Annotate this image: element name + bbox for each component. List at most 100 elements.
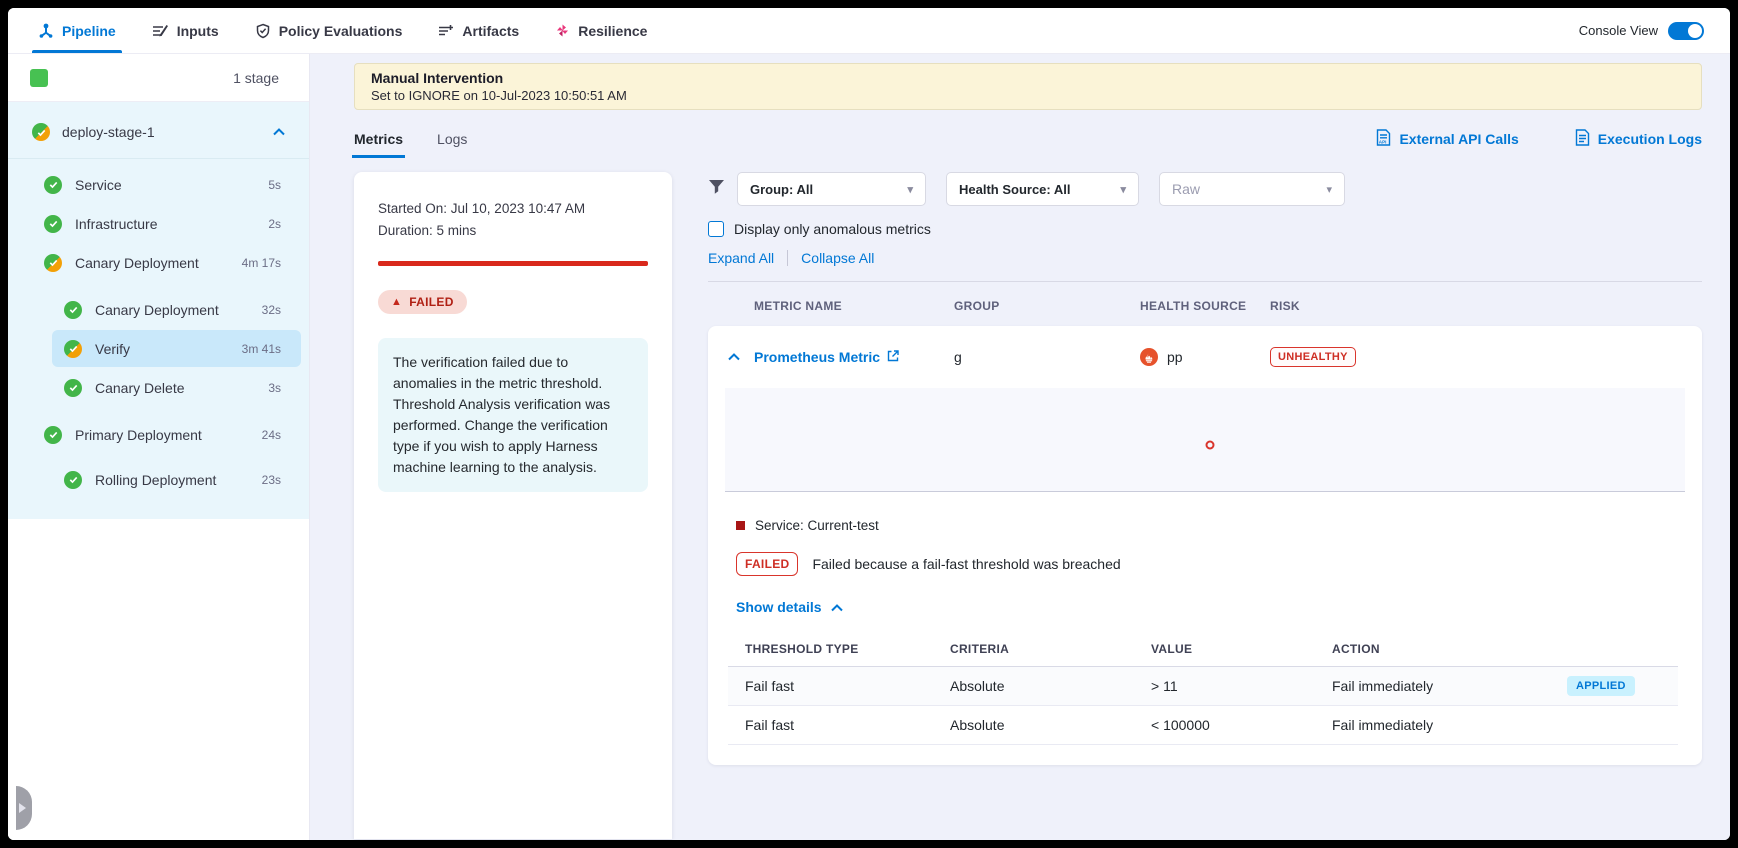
view-tabs: Metrics Logs API External API Calls Exec… bbox=[354, 120, 1702, 158]
metric-row: Prometheus Metric g pp bbox=[708, 326, 1702, 388]
nav-tab-artifacts[interactable]: Artifacts bbox=[438, 8, 519, 53]
threshold-row: Fail fast Absolute > 11 Fail immediately… bbox=[728, 667, 1678, 706]
started-on-text: Started On: Jul 10, 2023 10:47 AM bbox=[378, 198, 648, 220]
resilience-icon bbox=[555, 23, 570, 38]
collapse-all-link[interactable]: Collapse All bbox=[801, 250, 874, 266]
status-success-warning-icon bbox=[64, 340, 82, 358]
pipeline-icon bbox=[38, 23, 54, 39]
divider bbox=[708, 281, 1702, 282]
step-label: Verify bbox=[95, 341, 229, 357]
console-view-label: Console View bbox=[1579, 23, 1658, 38]
nav-tab-resilience[interactable]: Resilience bbox=[555, 8, 647, 53]
group-filter-dropdown[interactable]: Group: All▾ bbox=[737, 172, 926, 206]
col-health-source: HEALTH SOURCE bbox=[1140, 299, 1270, 313]
console-view-toggle[interactable] bbox=[1668, 22, 1704, 40]
nav-tab-pipeline[interactable]: Pipeline bbox=[38, 8, 116, 53]
chevron-up-icon bbox=[831, 599, 843, 615]
tab-metrics[interactable]: Metrics bbox=[354, 120, 403, 158]
main-content: Manual Intervention Set to IGNORE on 10-… bbox=[310, 54, 1730, 840]
filter-bar: Group: All▾ Health Source: All▾ Raw▾ bbox=[708, 172, 1702, 206]
col-value: VALUE bbox=[1151, 642, 1332, 656]
expand-collapse-links: Expand All Collapse All bbox=[708, 250, 1702, 266]
step-label: Primary Deployment bbox=[75, 427, 249, 443]
status-success-warning-icon bbox=[44, 254, 62, 272]
step-verify-selected[interactable]: Verify 3m 41s bbox=[8, 329, 309, 368]
nav-tab-label: Inputs bbox=[177, 23, 219, 39]
api-document-icon: API bbox=[1376, 129, 1391, 149]
col-group: GROUP bbox=[954, 299, 1140, 313]
failure-reason-row: FAILED Failed because a fail-fast thresh… bbox=[736, 552, 1702, 576]
chevron-down-icon: ▾ bbox=[907, 183, 913, 196]
step-rolling-deployment[interactable]: Rolling Deployment 23s bbox=[8, 460, 309, 499]
health-source-filter-dropdown[interactable]: Health Source: All▾ bbox=[946, 172, 1139, 206]
sidebar-empty-area bbox=[8, 519, 309, 840]
verification-summary-card: Started On: Jul 10, 2023 10:47 AM Durati… bbox=[354, 172, 672, 839]
risk-badge-unhealthy: UNHEALTHY bbox=[1270, 347, 1356, 367]
chevron-up-icon[interactable] bbox=[273, 123, 285, 141]
stage-panel: deploy-stage-1 Service 5s Infrastructure… bbox=[8, 102, 309, 519]
stage-group-deploy-stage-1[interactable]: deploy-stage-1 bbox=[8, 110, 309, 154]
show-details-toggle[interactable]: Show details bbox=[736, 599, 1702, 615]
col-action: ACTION bbox=[1332, 642, 1567, 656]
step-canary-deployment[interactable]: Canary Deployment 32s bbox=[8, 290, 309, 329]
nav-tab-policy-evaluations[interactable]: Policy Evaluations bbox=[255, 8, 403, 53]
legend-swatch-icon bbox=[736, 521, 745, 530]
anomalous-metrics-checkbox[interactable] bbox=[708, 221, 724, 237]
banner-subtitle: Set to IGNORE on 10-Jul-2023 10:50:51 AM bbox=[371, 88, 1685, 103]
health-source-value: pp bbox=[1167, 349, 1183, 365]
anomalous-checkbox-label[interactable]: Display only anomalous metrics bbox=[734, 221, 931, 237]
stage-count: 1 stage bbox=[233, 70, 279, 86]
document-icon bbox=[1575, 129, 1590, 149]
app-window: Pipeline Inputs Policy Evaluations Artif… bbox=[8, 8, 1730, 840]
health-source-cell: pp bbox=[1140, 348, 1270, 366]
nav-tab-inputs[interactable]: Inputs bbox=[152, 8, 219, 53]
tab-logs[interactable]: Logs bbox=[437, 120, 467, 158]
verification-message: The verification failed due to anomalies… bbox=[378, 338, 648, 492]
filter-funnel-icon[interactable] bbox=[708, 179, 725, 200]
nav-tab-label: Artifacts bbox=[462, 23, 519, 39]
status-success-icon bbox=[64, 379, 82, 397]
execution-logs-link[interactable]: Execution Logs bbox=[1575, 129, 1702, 149]
col-threshold-type: THRESHOLD TYPE bbox=[745, 642, 950, 656]
anomalous-data-point[interactable] bbox=[1205, 440, 1214, 449]
warning-triangle-icon: ▲ bbox=[391, 296, 402, 308]
divider bbox=[8, 158, 309, 159]
stage-group-label: deploy-stage-1 bbox=[62, 124, 261, 140]
step-infrastructure[interactable]: Infrastructure 2s bbox=[8, 204, 309, 243]
raw-filter-dropdown[interactable]: Raw▾ bbox=[1159, 172, 1345, 206]
metric-name-link[interactable]: Prometheus Metric bbox=[754, 349, 954, 365]
svg-text:API: API bbox=[1379, 140, 1387, 145]
step-duration: 5s bbox=[268, 178, 281, 192]
thresholds-header: THRESHOLD TYPE CRITERIA VALUE ACTION bbox=[728, 631, 1678, 667]
status-success-icon bbox=[44, 176, 62, 194]
execution-status-square-icon bbox=[30, 69, 48, 87]
nav-tab-label: Policy Evaluations bbox=[279, 23, 403, 39]
step-service[interactable]: Service 5s bbox=[8, 165, 309, 204]
nav-tab-label: Pipeline bbox=[62, 23, 116, 39]
thresholds-table: THRESHOLD TYPE CRITERIA VALUE ACTION Fai… bbox=[728, 631, 1678, 745]
step-duration: 3s bbox=[268, 381, 281, 395]
external-link-icon bbox=[887, 349, 899, 365]
toggle-knob bbox=[1688, 24, 1702, 38]
metric-timeseries-chart bbox=[725, 388, 1685, 492]
col-risk: RISK bbox=[1270, 299, 1702, 313]
divider bbox=[787, 250, 788, 266]
step-duration: 32s bbox=[262, 303, 281, 317]
expand-all-link[interactable]: Expand All bbox=[708, 250, 774, 266]
failed-badge: FAILED bbox=[736, 552, 798, 576]
status-success-icon bbox=[44, 215, 62, 233]
arrow-right-icon bbox=[19, 803, 26, 813]
banner-title: Manual Intervention bbox=[371, 70, 1685, 86]
external-api-calls-link[interactable]: API External API Calls bbox=[1376, 129, 1518, 149]
step-canary-deployment-group[interactable]: Canary Deployment 4m 17s bbox=[8, 243, 309, 282]
failed-status-badge: ▲ FAILED bbox=[378, 290, 467, 314]
step-label: Infrastructure bbox=[75, 216, 255, 232]
metric-group-value: g bbox=[954, 349, 1140, 365]
step-duration: 2s bbox=[268, 217, 281, 231]
step-canary-delete[interactable]: Canary Delete 3s bbox=[8, 368, 309, 407]
shield-check-icon bbox=[255, 23, 271, 39]
artifacts-icon bbox=[438, 24, 454, 38]
step-primary-deployment[interactable]: Primary Deployment 24s bbox=[8, 415, 309, 454]
nav-tab-label: Resilience bbox=[578, 23, 647, 39]
collapse-chevron-up-icon[interactable] bbox=[728, 348, 754, 366]
